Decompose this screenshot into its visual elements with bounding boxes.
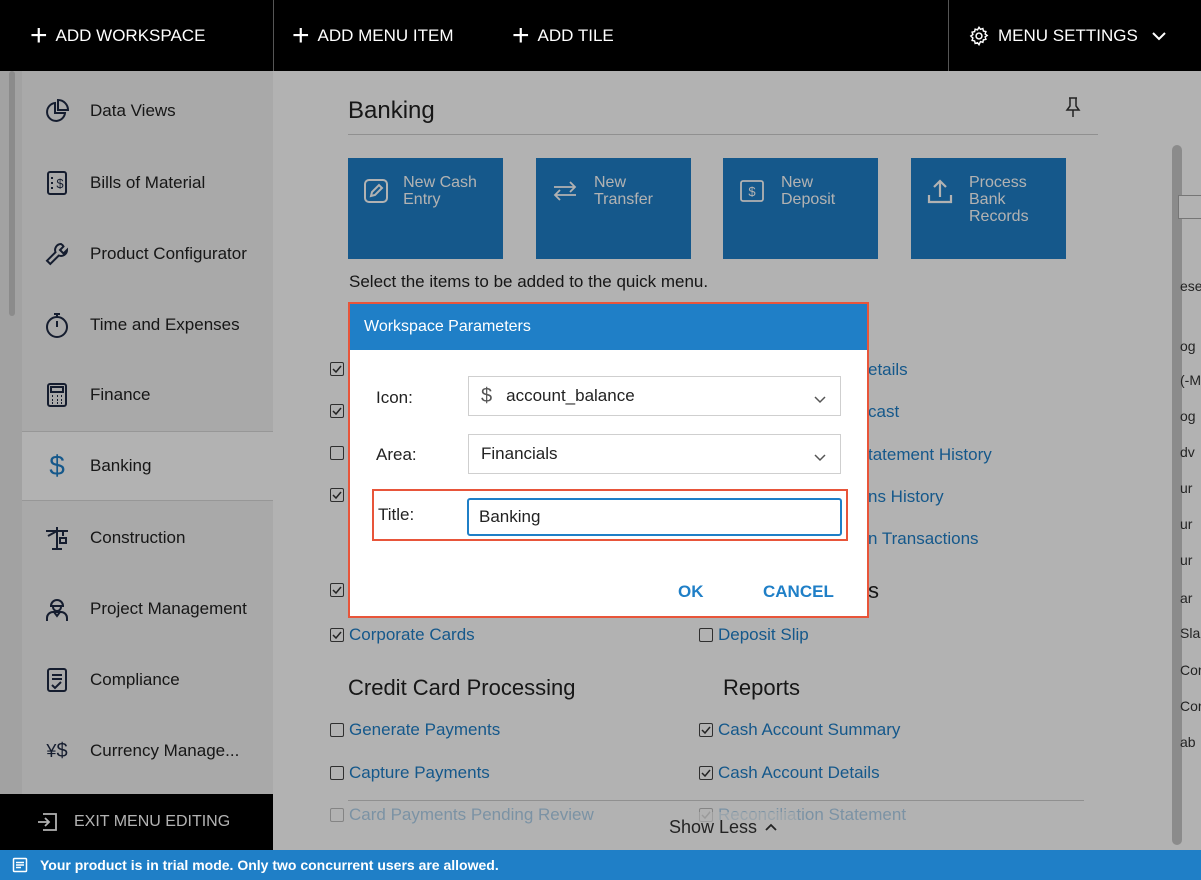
ok-button[interactable]: OK [678,582,704,602]
dollar-icon: $ [481,384,493,407]
add-menu-item-button[interactable]: + ADD MENU ITEM [292,0,454,71]
divider [273,0,274,71]
area-field-label: Area: [376,445,417,464]
top-bar: + ADD WORKSPACE + ADD MENU ITEM + ADD TI… [0,0,1201,71]
trial-notification-bar: Your product is in trial mode. Only two … [0,850,1201,880]
title-input[interactable]: Banking [467,498,842,536]
add-workspace-label: ADD WORKSPACE [55,25,206,45]
area-select-value: Financials [481,444,558,463]
message-icon [12,857,28,873]
add-tile-button[interactable]: + ADD TILE [512,0,614,71]
icon-select[interactable]: $ account_balance [468,376,841,416]
menu-settings-label: MENU SETTINGS [998,25,1138,45]
cancel-button[interactable]: CANCEL [763,582,834,602]
plus-icon: + [30,18,48,52]
gear-icon [968,25,990,47]
title-field-label: Title: [378,505,415,524]
add-tile-label: ADD TILE [537,25,614,45]
plus-icon: + [512,18,530,52]
chevron-down-icon [1152,31,1166,41]
chevron-down-icon [814,389,826,409]
area-select[interactable]: Financials [468,434,841,474]
workspace-parameters-dialog: Workspace Parameters Icon: $ account_bal… [348,302,869,618]
icon-field-label: Icon: [376,388,413,407]
divider [948,0,949,71]
menu-settings-button[interactable]: MENU SETTINGS [968,0,1166,71]
plus-icon: + [292,18,310,52]
chevron-down-icon [814,447,826,467]
icon-select-value: account_balance [506,386,635,405]
dialog-title: Workspace Parameters [350,304,867,350]
add-workspace-button[interactable]: + ADD WORKSPACE [30,0,205,71]
trial-message: Your product is in trial mode. Only two … [40,857,499,873]
add-menu-item-label: ADD MENU ITEM [317,25,454,45]
